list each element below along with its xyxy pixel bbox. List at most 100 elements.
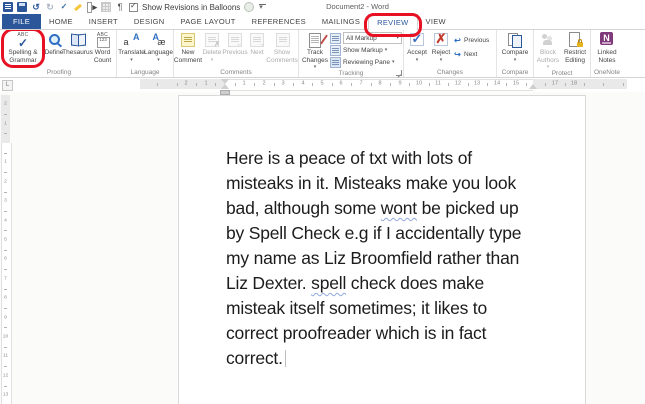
reject-button[interactable]: ✗ Reject ▾ <box>429 30 453 68</box>
indent-marker[interactable] <box>529 84 537 89</box>
open-file-icon[interactable]: ▸ <box>87 1 97 13</box>
title-bar: ↺ ↻ ✓ ▸ ¶ ✓ Show Revisions in Balloons ▾… <box>0 0 645 14</box>
text-segment: be picked up <box>416 198 519 218</box>
grammar-flagged-word[interactable]: spell <box>311 273 346 293</box>
delete-comment-icon: ✗ <box>204 32 220 48</box>
linked-notes-button[interactable]: N Linked Notes <box>592 30 622 68</box>
undo-icon[interactable]: ↺ <box>31 2 41 12</box>
thesaurus-icon <box>70 32 86 47</box>
document-line: bad, although some wont be picked up <box>226 196 521 221</box>
thesaurus-button[interactable]: Thesaurus <box>62 30 93 68</box>
indent-marker[interactable] <box>220 90 230 95</box>
quick-spelling-icon[interactable]: ✓ <box>59 2 69 12</box>
table-icon[interactable] <box>101 2 111 12</box>
next-comment-button[interactable]: → Next <box>247 30 267 68</box>
previous-comment-icon: ← <box>227 32 243 48</box>
document-text[interactable]: Here is a peace of txt with lots of miste… <box>226 146 521 371</box>
tab-selector[interactable]: L <box>2 80 13 91</box>
quick-access-toolbar: ↺ ↻ ✓ ▸ ¶ ✓ Show Revisions in Balloons ▾ <box>3 1 267 13</box>
document-line: correct. <box>226 346 521 371</box>
spelling-grammar-icon: ABC ✓ <box>17 32 29 50</box>
next-change-icon: ↪ <box>454 49 461 59</box>
language-button[interactable]: Aæ Language ▾ <box>144 30 173 68</box>
show-comments-icon <box>274 32 290 47</box>
word-count-button[interactable]: ABC 123 Word Count <box>90 30 115 68</box>
dropdown-arrow-icon: ▾ <box>439 56 443 63</box>
reviewing-pane-icon <box>330 56 341 68</box>
group-label-changes: Changes <box>436 69 464 76</box>
translate-button[interactable]: aA Translate ▾ <box>118 30 145 68</box>
tab-file[interactable]: FILE <box>2 14 42 29</box>
restrict-editing-button[interactable]: Restrict Editing <box>561 30 589 69</box>
document-line: misteaks in it. Misteaks make you look <box>226 171 521 196</box>
text-segment: correct proofreader which is in fact <box>226 323 487 343</box>
delete-comment-button[interactable]: ✗ Delete ▾ <box>201 30 223 68</box>
document-line: my name as Liz Broomfield rather than <box>226 246 521 271</box>
document-line: misteak itself sometimes; it likes to <box>226 296 521 321</box>
dropdown-arrow-icon: ▾ <box>157 56 160 63</box>
ribbon-group-changes: ✓ Accept ▾ ✗ Reject ▾ ↩ Previous ↪ Next … <box>404 29 497 77</box>
dropdown-arrow-icon: ▾ <box>546 64 550 70</box>
spelling-grammar-button[interactable]: ABC ✓ Spelling & Grammar <box>1 28 45 68</box>
document-line: correct proofreader which is in fact <box>226 321 521 346</box>
text-segment: misteaks in it. Misteaks make you look <box>226 173 517 193</box>
grammar-flagged-word[interactable]: wont <box>381 198 417 218</box>
status-circle-icon <box>244 2 255 12</box>
tracking-dialog-launcher-icon[interactable] <box>396 70 402 78</box>
ribbon-group-onenote: N Linked Notes OneNote <box>591 29 623 77</box>
dropdown-arrow-icon: ▾ <box>513 56 517 63</box>
show-revisions-checkbox[interactable]: ✓ <box>129 1 138 12</box>
dropdown-arrow-icon: ▾ <box>415 56 419 63</box>
highlighter-icon[interactable] <box>73 2 83 12</box>
tab-mailings[interactable]: MAILINGS <box>314 14 368 29</box>
ribbon: ABC ✓ Spelling & Grammar Define Thesaurus… <box>0 28 645 78</box>
pilcrow-icon[interactable]: ¶ <box>115 2 125 12</box>
word-window: ↺ ↻ ✓ ▸ ¶ ✓ Show Revisions in Balloons ▾… <box>0 0 645 404</box>
document-line: by Spell Check e.g if I accidentally typ… <box>226 221 521 246</box>
tab-design[interactable]: DESIGN <box>126 14 173 29</box>
ribbon-group-tracking: Track Changes ▾ All Markup ▾ Show Markup … <box>299 29 404 78</box>
dropdown-arrow-icon: ▾ <box>396 35 399 41</box>
group-label-onenote: OneNote <box>593 69 621 76</box>
text-segment: check does make <box>346 273 484 293</box>
word-app-icon <box>3 2 13 12</box>
ribbon-group-comments: New Comment ✗ Delete ▾ ← Previous → Next <box>174 29 299 77</box>
customize-qat-icon[interactable]: ▾ <box>258 3 267 11</box>
indent-marker[interactable] <box>221 84 229 89</box>
next-comment-icon: → <box>249 32 265 48</box>
tab-view[interactable]: VIEW <box>418 14 454 29</box>
reject-icon: ✗ <box>434 31 448 46</box>
text-segment: Here is a peace of txt with lots of <box>226 148 472 168</box>
track-changes-button[interactable]: Track Changes ▾ <box>300 30 330 70</box>
group-label-proofing: Proofing <box>46 69 72 76</box>
text-segment: misteak itself sometimes; it likes to <box>226 298 488 318</box>
group-label-tracking: Tracking <box>338 70 364 77</box>
dropdown-arrow-icon: ▾ <box>210 56 214 63</box>
display-for-review-combobox[interactable]: All Markup ▾ <box>330 32 402 44</box>
tab-home[interactable]: HOME <box>41 14 81 29</box>
tab-references[interactable]: REFERENCES <box>244 14 314 29</box>
document-page[interactable]: Here is a peace of txt with lots of miste… <box>178 95 586 404</box>
dropdown-arrow-icon: ▾ <box>391 59 395 65</box>
previous-change-icon: ↩ <box>454 35 461 45</box>
block-authors-button[interactable]: Block Authors ▾ <box>535 30 561 70</box>
reviewing-pane-button[interactable]: Reviewing Pane ▾ <box>330 56 402 68</box>
tab-page-layout[interactable]: PAGE LAYOUT <box>172 14 243 29</box>
previous-comment-button[interactable]: ← Previous <box>222 30 248 68</box>
show-markup-button[interactable]: Show Markup ▾ <box>330 44 402 56</box>
tab-insert[interactable]: INSERT <box>81 14 126 29</box>
previous-change-button[interactable]: ↩ Previous <box>453 35 495 45</box>
new-comment-button[interactable]: New Comment <box>174 30 202 68</box>
save-icon[interactable] <box>17 2 27 12</box>
compare-button[interactable]: Compare ▾ <box>498 30 532 68</box>
show-comments-button[interactable]: Show Comments <box>266 30 298 68</box>
new-comment-icon <box>180 32 196 47</box>
show-markup-icon <box>330 44 341 56</box>
next-change-button[interactable]: ↪ Next <box>453 49 495 59</box>
tab-review[interactable]: REVIEW <box>364 13 422 37</box>
text-segment: bad, although some <box>226 198 381 218</box>
accept-button[interactable]: ✓ Accept ▾ <box>405 30 429 68</box>
redo-icon[interactable]: ↻ <box>45 2 55 12</box>
vertical-ruler[interactable]: 2 1 1 2 3 4 5 6 7 8 9 10 11 12 13 <box>1 92 12 404</box>
ribbon-group-protect: Block Authors ▾ Restrict Editing Protect <box>534 29 591 77</box>
